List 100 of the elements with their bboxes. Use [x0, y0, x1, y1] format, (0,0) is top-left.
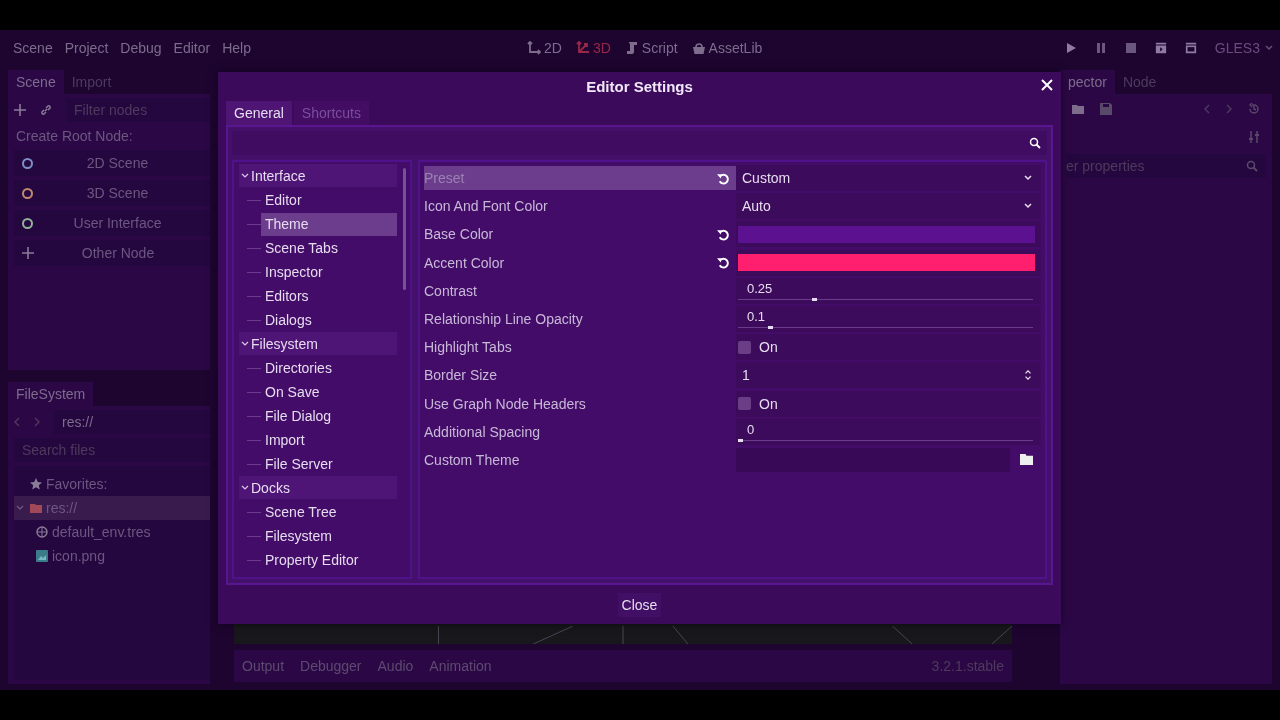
spin-box[interactable]: 1 — [736, 362, 1041, 389]
tree-item[interactable]: Inspector — [261, 260, 397, 284]
menu-item[interactable]: Help — [216, 37, 257, 59]
dock-tab[interactable]: pector — [1060, 70, 1115, 94]
panel-tab[interactable]: Audio — [377, 658, 414, 674]
tree-item[interactable]: Dialogs — [261, 308, 397, 332]
history-icon[interactable] — [1248, 103, 1260, 115]
globe-icon — [36, 526, 48, 538]
dropdown[interactable]: Custom — [736, 165, 1041, 192]
property-label: Contrast — [424, 282, 478, 299]
tree-item[interactable]: Favorites: — [14, 472, 210, 496]
color-picker-button[interactable] — [738, 225, 1035, 243]
panel-tab[interactable]: Animation — [429, 658, 492, 674]
color-picker-button[interactable] — [738, 254, 1035, 272]
menu-item[interactable]: Project — [58, 37, 115, 59]
tree-item[interactable]: res:// — [14, 496, 210, 520]
tree-item[interactable]: Scene Tree — [261, 500, 397, 524]
workspace-tab[interactable]: Script — [624, 40, 678, 56]
slider-field[interactable]: 0.25 — [736, 277, 1041, 304]
tree-item[interactable]: default_env.tres — [14, 520, 210, 544]
tree-item[interactable]: Theme — [261, 212, 397, 236]
tree-section[interactable]: Filesystem — [239, 332, 397, 355]
revert-icon[interactable] — [717, 256, 730, 270]
root-node-button[interactable]: User Interface — [14, 210, 210, 236]
add-icon — [22, 247, 34, 259]
link-icon[interactable] — [40, 104, 52, 116]
tools-icon[interactable] — [1248, 131, 1260, 143]
basket-icon — [691, 41, 706, 55]
tree-item[interactable]: Editors — [261, 284, 397, 308]
dock-tab[interactable]: FileSystem — [8, 382, 94, 406]
panel-tab[interactable]: Debugger — [300, 658, 362, 674]
root-node-button[interactable]: Other Node — [14, 240, 210, 266]
back-icon[interactable] — [14, 417, 20, 427]
folder-icon[interactable] — [1020, 454, 1033, 466]
tree-item[interactable]: icon.png — [14, 544, 210, 568]
search-icon — [1246, 160, 1258, 172]
caret-icon — [1264, 43, 1274, 53]
dialog-title: Editor Settings — [586, 77, 693, 95]
workspace-tab[interactable]: 3D — [575, 40, 611, 56]
tree-item[interactable]: Import — [261, 428, 397, 452]
root-node-button[interactable]: 3D Scene — [14, 180, 210, 206]
property-label: Highlight Tabs — [424, 339, 513, 356]
path-field[interactable]: res:// — [54, 410, 210, 434]
search-field[interactable] — [232, 131, 1047, 155]
property-label: Accent Color — [424, 254, 506, 271]
axes-icon — [527, 41, 541, 55]
panel-tab[interactable]: Output — [242, 658, 285, 674]
renderer-dropdown[interactable]: GLES3 — [1214, 40, 1274, 56]
back-icon[interactable] — [1204, 104, 1210, 114]
dropdown[interactable]: Auto — [736, 193, 1041, 220]
checkbox[interactable]: On — [736, 390, 1041, 417]
tree-item[interactable]: Filesystem — [261, 524, 397, 548]
root-node-button[interactable]: 2D Scene — [14, 150, 210, 176]
tree-item[interactable]: File Dialog — [261, 404, 397, 428]
search-icon — [1029, 137, 1041, 149]
property-label: Icon And Font Color — [424, 198, 549, 215]
settings-tab[interactable]: General — [226, 101, 292, 125]
forward-icon[interactable] — [34, 417, 40, 427]
settings-tab[interactable]: Shortcuts — [293, 101, 369, 125]
save-icon[interactable] — [1100, 103, 1112, 115]
scrollbar-thumb[interactable] — [403, 168, 406, 290]
tree-item[interactable]: Property Editor — [261, 548, 397, 572]
tree-item[interactable]: On Save — [261, 380, 397, 404]
property-label: Use Graph Node Headers — [424, 395, 587, 412]
slider-field[interactable]: 0 — [736, 418, 1041, 445]
add-icon[interactable] — [14, 104, 26, 116]
slider-field[interactable]: 0.1 — [736, 306, 1041, 333]
chevron-icon — [241, 483, 249, 492]
revert-icon[interactable] — [717, 227, 730, 241]
axes-icon — [575, 41, 590, 55]
tree-item[interactable]: Directories — [261, 356, 397, 380]
clapperboard-icon[interactable] — [1184, 42, 1197, 54]
stop-icon[interactable] — [1124, 42, 1137, 54]
section-heading: Create Root Node: — [15, 127, 134, 146]
star-icon — [30, 478, 42, 490]
chevron-icon — [241, 339, 249, 348]
pause-icon[interactable] — [1094, 42, 1107, 54]
property-label: Additional Spacing — [424, 423, 541, 440]
dock-tab[interactable]: Scene — [8, 70, 64, 94]
tree-item[interactable]: File Server — [261, 452, 397, 476]
checkbox[interactable]: On — [736, 334, 1041, 361]
revert-icon[interactable] — [717, 171, 730, 185]
forward-icon[interactable] — [1226, 104, 1232, 114]
play-icon[interactable] — [1064, 42, 1077, 54]
tree-item[interactable]: Scene Tabs — [261, 236, 397, 260]
menu-item[interactable]: Editor — [167, 37, 217, 59]
property-label: Base Color — [424, 226, 495, 243]
folder-icon — [30, 502, 42, 514]
workspace-tab[interactable]: AssetLib — [691, 40, 763, 56]
property-label: Relationship Line Opacity — [424, 311, 584, 328]
menu-item[interactable]: Scene — [7, 37, 59, 59]
tree-section[interactable]: Interface — [239, 164, 397, 187]
property-label: Border Size — [424, 367, 499, 384]
tree-section[interactable]: Docks — [239, 476, 397, 499]
close-button[interactable]: Close — [617, 592, 662, 617]
close-icon[interactable] — [1041, 79, 1053, 91]
menu-item[interactable]: Debug — [114, 37, 168, 59]
clapperboard-icon[interactable] — [1154, 42, 1167, 54]
workspace-tab[interactable]: 2D — [527, 40, 562, 56]
tree-item[interactable]: Editor — [261, 188, 397, 212]
